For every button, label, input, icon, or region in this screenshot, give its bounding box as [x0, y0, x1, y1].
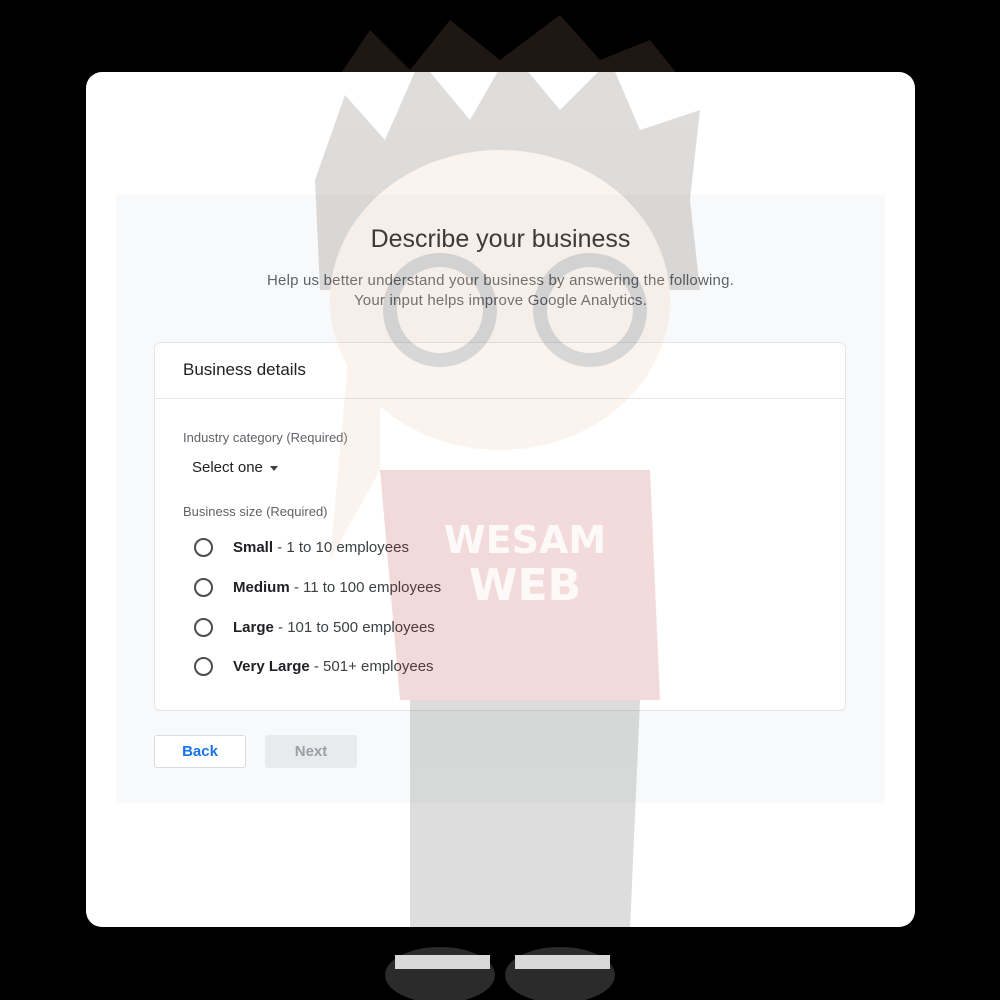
- business-size-label: Business size (Required): [183, 504, 328, 519]
- business-details-heading: Business details: [183, 360, 306, 379]
- radio-label: Very Large - 501+ employees: [233, 658, 434, 675]
- radio-label: Small - 1 to 10 employees: [233, 539, 409, 556]
- industry-category-select[interactable]: Select one: [192, 459, 278, 476]
- size-name: Small: [233, 539, 274, 556]
- radio-button[interactable]: [194, 618, 213, 637]
- size-name: Very Large: [233, 658, 310, 675]
- radio-label: Large - 101 to 500 employees: [233, 619, 435, 636]
- size-detail: - 11 to 100 employees: [289, 579, 442, 596]
- setup-card: Describe your business Help us better un…: [86, 72, 915, 927]
- radio-option-large[interactable]: Large - 101 to 500 employees: [194, 618, 435, 637]
- business-details-card: Business details Industry category (Requ…: [154, 342, 846, 711]
- radio-option-very-large[interactable]: Very Large - 501+ employees: [194, 657, 434, 676]
- back-button[interactable]: Back: [154, 735, 246, 768]
- divider: [155, 398, 845, 399]
- page-title: Describe your business: [370, 225, 631, 253]
- radio-option-small[interactable]: Small - 1 to 10 employees: [194, 538, 409, 557]
- page-subtitle: Help us better understand your business …: [116, 271, 885, 311]
- radio-button[interactable]: [194, 538, 213, 557]
- next-button[interactable]: Next: [265, 735, 357, 768]
- industry-category-label: Industry category (Required): [183, 430, 348, 445]
- industry-category-value: Select one: [192, 459, 263, 476]
- radio-label: Medium - 11 to 100 employees: [233, 579, 441, 596]
- size-detail: - 1 to 10 employees: [273, 539, 409, 556]
- radio-button[interactable]: [194, 657, 213, 676]
- size-name: Large: [233, 619, 274, 636]
- form-panel: Describe your business Help us better un…: [116, 195, 885, 803]
- caret-down-icon: [269, 465, 278, 471]
- radio-button[interactable]: [194, 578, 213, 597]
- size-detail: - 501+ employees: [309, 658, 434, 675]
- subtitle-line-1: Help us better understand your business …: [267, 272, 734, 289]
- subtitle-line-2: Your input helps improve Google Analytic…: [353, 292, 647, 309]
- size-detail: - 101 to 500 employees: [273, 619, 435, 636]
- radio-option-medium[interactable]: Medium - 11 to 100 employees: [194, 578, 441, 597]
- size-name: Medium: [233, 579, 290, 596]
